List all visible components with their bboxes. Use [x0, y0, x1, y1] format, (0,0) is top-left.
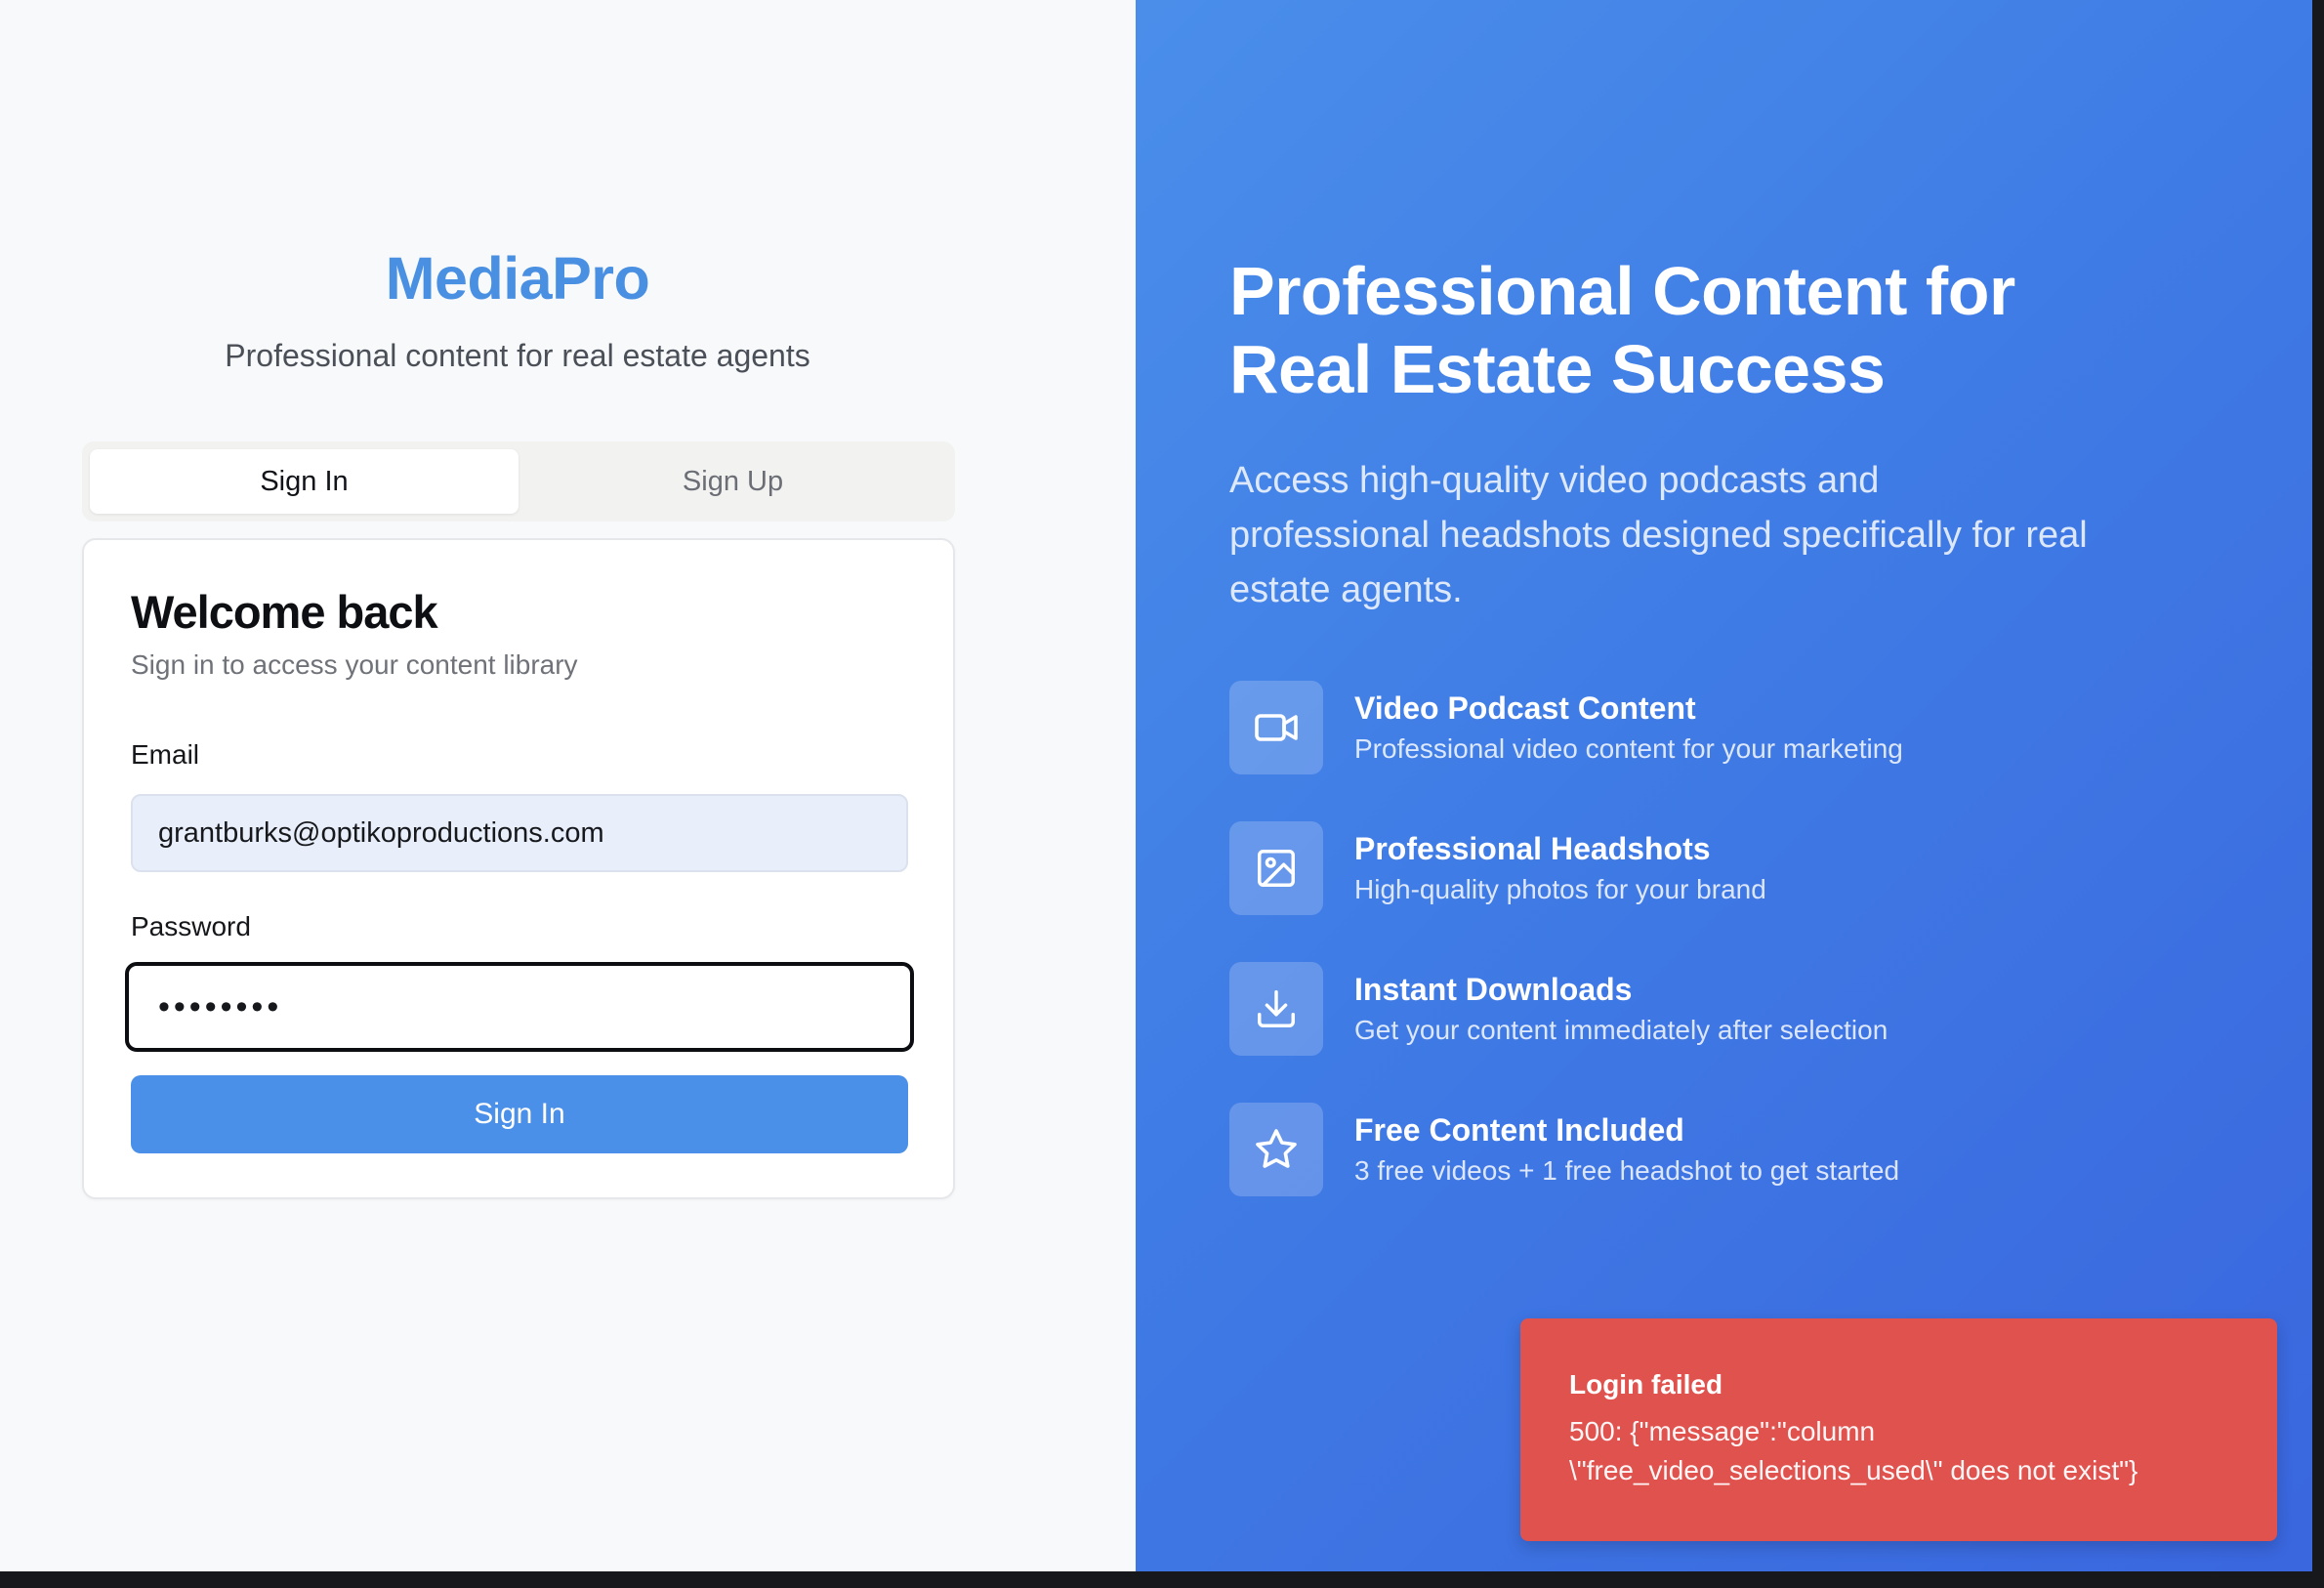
auth-panel: MediaPro Professional content for real e… — [0, 0, 1136, 1571]
toast-message: 500: {"message":"column \"free_video_sel… — [1569, 1416, 2138, 1485]
toast-title: Login failed — [1569, 1369, 1723, 1400]
star-icon — [1229, 1103, 1323, 1196]
sign-in-button[interactable]: Sign In — [131, 1075, 908, 1153]
tab-sign-up[interactable]: Sign Up — [519, 449, 947, 514]
app-window: MediaPro Professional content for real e… — [0, 0, 2312, 1571]
brand-tagline: Professional content for real estate age… — [225, 338, 810, 373]
feature-title: Professional Headshots — [1354, 831, 1711, 866]
hero-subtitle: Access high-quality video podcasts and p… — [1229, 460, 2088, 610]
signin-card: Welcome back Sign in to access your cont… — [82, 538, 955, 1199]
feature-description: Professional video content for your mark… — [1354, 733, 1903, 764]
password-label: Password — [131, 911, 251, 941]
feature-description: 3 free videos + 1 free headshot to get s… — [1354, 1155, 1900, 1186]
password-field[interactable]: •••••••• — [125, 962, 914, 1052]
tab-sign-in[interactable]: Sign In — [90, 449, 519, 514]
feature-item: Professional Headshots High-quality phot… — [1229, 821, 2108, 915]
feature-item: Video Podcast Content Professional video… — [1229, 681, 2108, 774]
card-subtitle: Sign in to access your content library — [131, 649, 578, 680]
window-edge-right — [2312, 0, 2324, 1588]
card-title: Welcome back — [131, 586, 438, 638]
feature-description: High-quality photos for your brand — [1354, 874, 1766, 904]
video-icon — [1229, 681, 1323, 774]
feature-title: Instant Downloads — [1354, 972, 1633, 1007]
brand-logo: MediaPro — [385, 245, 650, 312]
feature-description: Get your content immediately after selec… — [1354, 1015, 1888, 1045]
feature-item: Instant Downloads Get your content immed… — [1229, 962, 2108, 1056]
email-field[interactable]: grantburks@optikoproductions.com — [131, 794, 908, 872]
feature-title: Free Content Included — [1354, 1112, 1684, 1148]
hero-title-line-1: Professional Content for — [1229, 253, 2015, 329]
email-label: Email — [131, 739, 200, 770]
feature-item: Free Content Included 3 free videos + 1 … — [1229, 1103, 2108, 1196]
hero-title: Professional Content for Real Estate Suc… — [1229, 252, 2108, 408]
error-toast[interactable]: Login failed 500: {"message":"column \"f… — [1520, 1318, 2277, 1541]
feature-title: Video Podcast Content — [1354, 690, 1696, 726]
auth-tabs: Sign In Sign Up — [82, 441, 955, 522]
download-icon — [1229, 962, 1323, 1056]
window-edge-bottom — [0, 1571, 2324, 1588]
image-icon — [1229, 821, 1323, 915]
hero-title-line-2: Real Estate Success — [1229, 331, 1886, 407]
